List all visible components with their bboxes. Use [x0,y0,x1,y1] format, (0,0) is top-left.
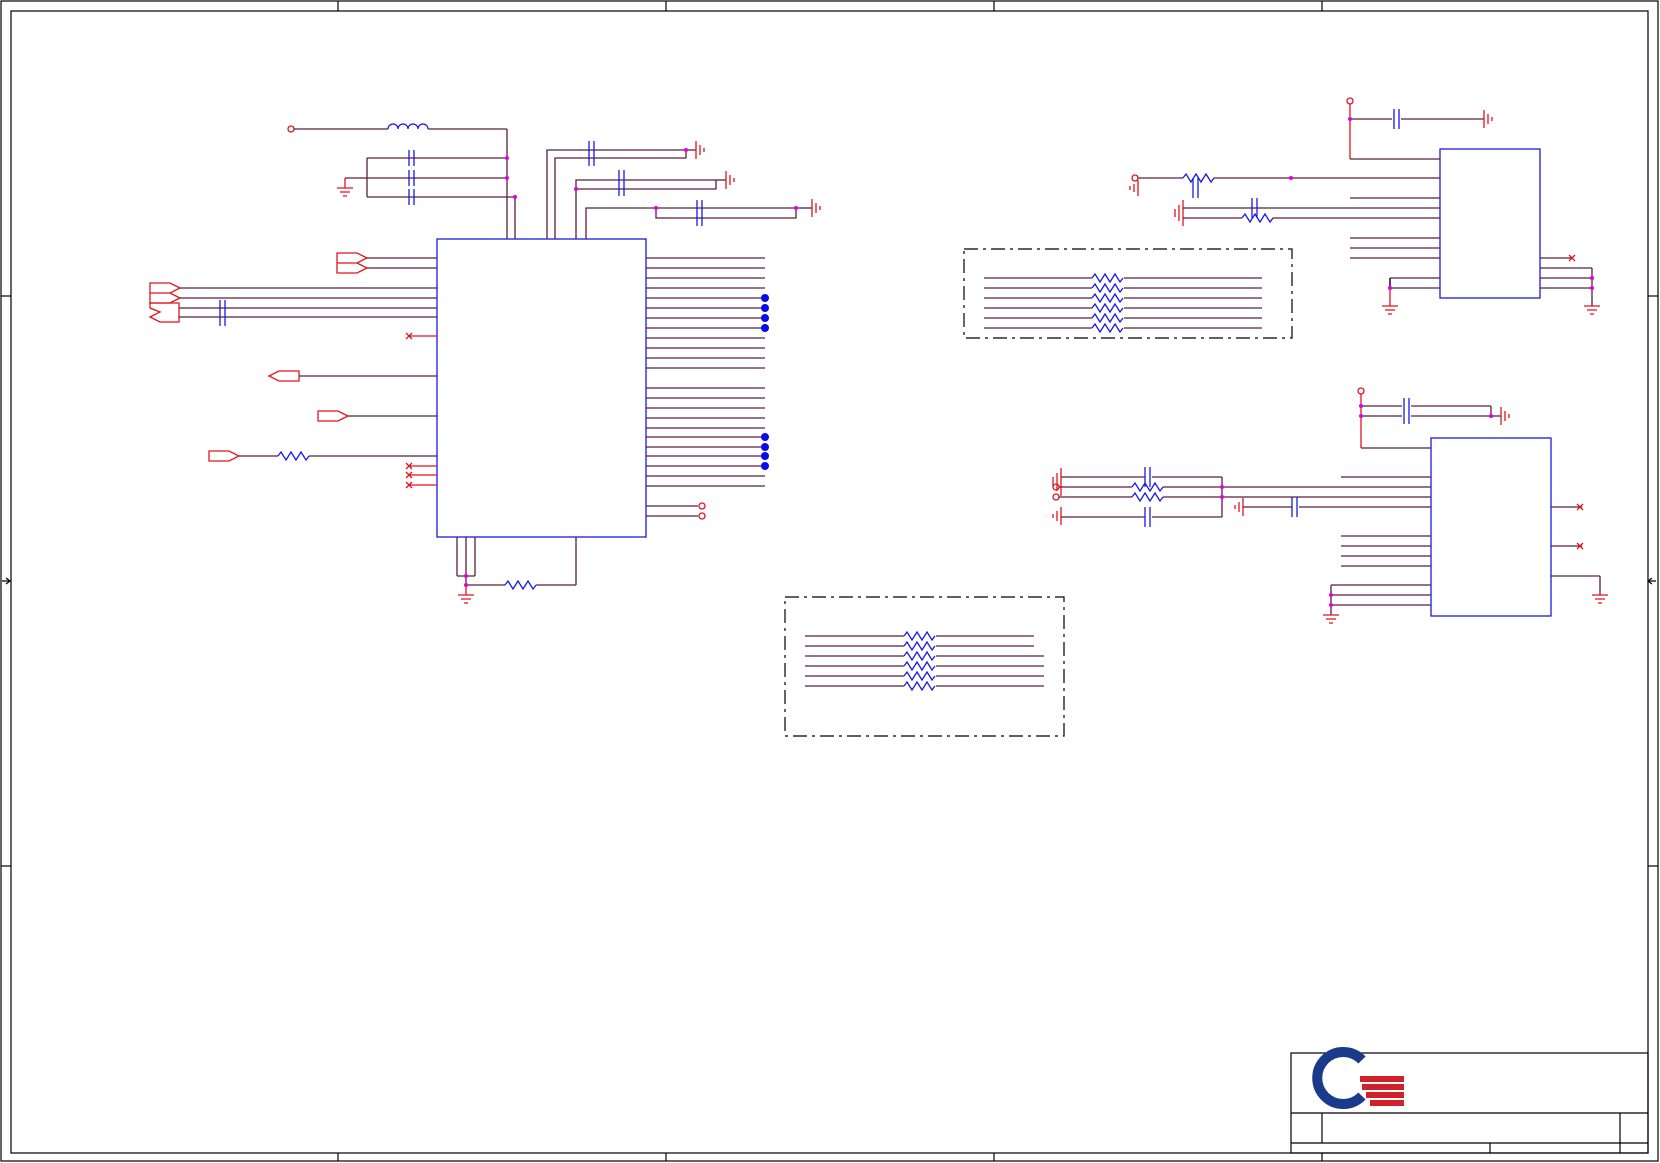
main-ic-output-pins [646,257,765,517]
quanta-logo-icon [1312,1047,1404,1109]
ic-upper-right [1129,97,1600,315]
supply-network-left [287,123,821,239]
left-port-connectors [148,252,437,489]
resistor-array-1 [963,248,1293,339]
main-ic-bottom [456,537,577,604]
main-ic [436,238,647,538]
resistor-array-2 [784,596,1065,737]
inductor [387,123,429,130]
schematic-sheet [0,0,1659,1162]
ic-lower-right [1052,387,1608,624]
sheet-border [0,0,1659,1162]
